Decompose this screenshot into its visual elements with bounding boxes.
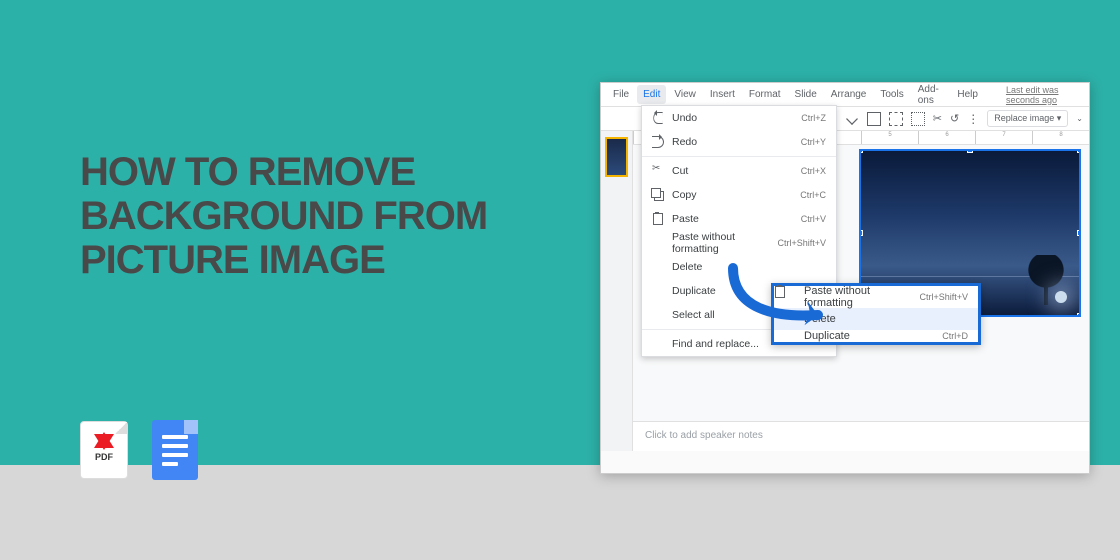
menu-item-cut[interactable]: Cut Ctrl+X	[642, 159, 836, 183]
menu-edit[interactable]: Edit	[637, 85, 666, 104]
resize-handle[interactable]	[859, 230, 863, 236]
slides-app-window: File Edit View Insert Format Slide Arran…	[600, 82, 1090, 474]
menu-slide[interactable]: Slide	[789, 85, 823, 104]
menu-tools[interactable]: Tools	[874, 85, 909, 104]
replace-image-button[interactable]: Replace image ▾	[987, 110, 1068, 127]
menu-insert[interactable]: Insert	[704, 85, 741, 104]
tree-silhouette	[1021, 255, 1071, 305]
resize-handle[interactable]	[1077, 149, 1081, 153]
menu-arrange[interactable]: Arrange	[825, 85, 873, 104]
slide-thumbnail-1[interactable]	[605, 137, 628, 177]
resize-handle[interactable]	[967, 149, 973, 153]
menu-view[interactable]: View	[668, 85, 702, 104]
crop-icon[interactable]: ✂	[933, 112, 942, 125]
undo-icon	[652, 112, 664, 124]
menu-item-copy[interactable]: Copy Ctrl+C	[642, 183, 836, 207]
adobe-triangle-icon	[94, 432, 114, 448]
last-edit-link[interactable]: Last edit was seconds ago	[1000, 81, 1083, 109]
menu-item-delete[interactable]: Delete	[642, 255, 836, 279]
menu-addons[interactable]: Add-ons	[912, 80, 950, 110]
border-weight-icon[interactable]	[889, 112, 903, 126]
zoom-callout-panel: Paste without formatting Ctrl+Shift+V De…	[771, 283, 981, 345]
slide-thumbnails	[601, 131, 633, 451]
file-type-icons: PDF	[80, 420, 198, 480]
pdf-label: PDF	[95, 452, 113, 462]
zoom-row-delete[interactable]: Delete	[774, 308, 978, 330]
chevron-down-icon[interactable]: ⌄	[1076, 114, 1083, 123]
paste-icon	[652, 213, 664, 225]
menu-item-paste-no-format[interactable]: Paste without formatting Ctrl+Shift+V	[642, 231, 836, 255]
resize-handle[interactable]	[1077, 313, 1081, 317]
page-title: HOW TO REMOVE BACKGROUND FROM PICTURE IM…	[80, 150, 510, 282]
google-docs-icon[interactable]	[152, 420, 198, 480]
border-color-icon[interactable]	[867, 112, 881, 126]
menu-item-undo[interactable]: Undo Ctrl+Z	[642, 106, 836, 130]
menu-item-redo[interactable]: Redo Ctrl+Y	[642, 130, 836, 154]
menu-format[interactable]: Format	[743, 85, 787, 104]
more-icon[interactable]: ⋮	[967, 112, 979, 126]
zoom-row-duplicate[interactable]: Duplicate Ctrl+D	[774, 330, 978, 342]
menu-help[interactable]: Help	[951, 85, 984, 104]
pdf-icon[interactable]: PDF	[80, 421, 128, 479]
border-dash-icon[interactable]	[911, 112, 925, 126]
reset-image-icon[interactable]: ↺	[950, 112, 959, 125]
zoom-row-paste-no-format[interactable]: Paste without formatting Ctrl+Shift+V	[774, 286, 978, 308]
menu-item-paste[interactable]: Paste Ctrl+V	[642, 207, 836, 231]
menu-file[interactable]: File	[607, 85, 635, 104]
redo-icon	[652, 136, 664, 148]
paste-icon	[784, 291, 796, 303]
copy-icon	[652, 189, 664, 201]
speaker-notes[interactable]: Click to add speaker notes	[633, 421, 1089, 451]
menubar: File Edit View Insert Format Slide Arran…	[601, 83, 1089, 107]
cut-icon	[652, 165, 664, 177]
resize-handle[interactable]	[859, 149, 863, 153]
pencil-icon[interactable]	[846, 113, 858, 125]
resize-handle[interactable]	[1077, 230, 1081, 236]
